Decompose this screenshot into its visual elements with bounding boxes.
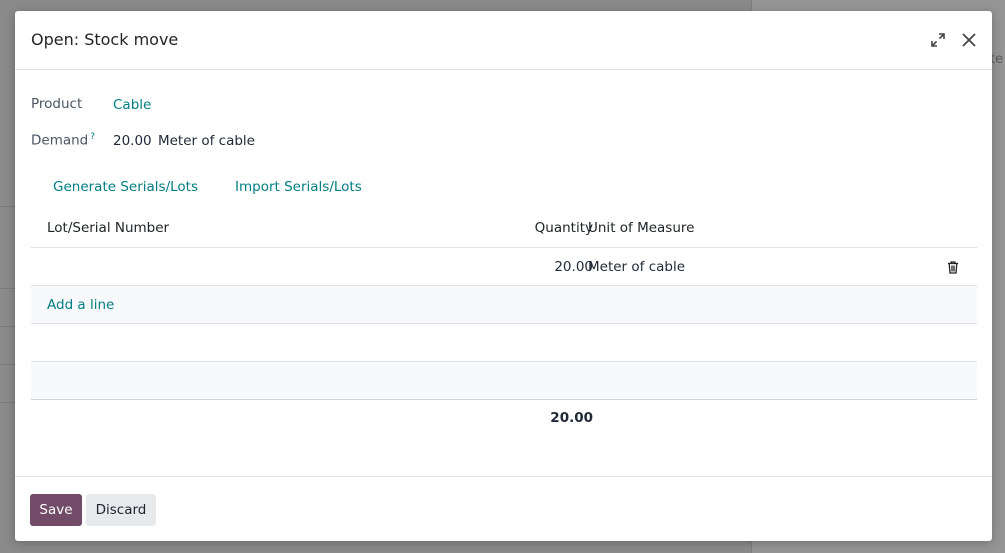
help-tooltip-icon[interactable]: ?: [90, 132, 95, 142]
demand-label-text: Demand: [31, 132, 89, 149]
quantity-total: 20.00: [550, 410, 593, 426]
table-row[interactable]: 20.00 Meter of cable: [31, 247, 977, 285]
expand-icon[interactable]: [927, 29, 949, 51]
close-icon[interactable]: [958, 29, 980, 51]
add-line-row: Add a line: [31, 285, 977, 323]
product-label: Product: [31, 96, 83, 112]
demand-quantity: 20.00: [113, 133, 152, 149]
stock-move-dialog: Open: Stock move Product Cable Demand? 2…: [15, 11, 992, 541]
column-header-uom[interactable]: Unit of Measure: [588, 220, 694, 236]
uom-cell[interactable]: Meter of cable: [588, 259, 685, 275]
column-header-quantity[interactable]: Quantity: [535, 220, 593, 236]
demand-uom: Meter of cable: [157, 133, 255, 149]
product-link[interactable]: Cable: [113, 97, 151, 113]
add-line-link[interactable]: Add a line: [47, 297, 114, 313]
dialog-footer: Save Discard: [15, 476, 992, 542]
demand-value: 20.00 Meter of cable: [113, 133, 255, 149]
save-button[interactable]: Save: [30, 494, 82, 526]
generate-serials-button[interactable]: Generate Serials/Lots: [53, 179, 198, 195]
demand-label: Demand?: [31, 132, 95, 149]
empty-row: [31, 323, 977, 361]
dialog-header: Open: Stock move: [15, 11, 992, 70]
totals-row: 20.00: [31, 399, 977, 437]
trash-icon[interactable]: [947, 259, 961, 274]
empty-row: [31, 361, 977, 399]
dialog-title: Open: Stock move: [31, 30, 179, 49]
column-header-lot[interactable]: Lot/Serial Number: [47, 220, 169, 236]
discard-button[interactable]: Discard: [86, 494, 156, 526]
import-serials-button[interactable]: Import Serials/Lots: [235, 179, 362, 195]
